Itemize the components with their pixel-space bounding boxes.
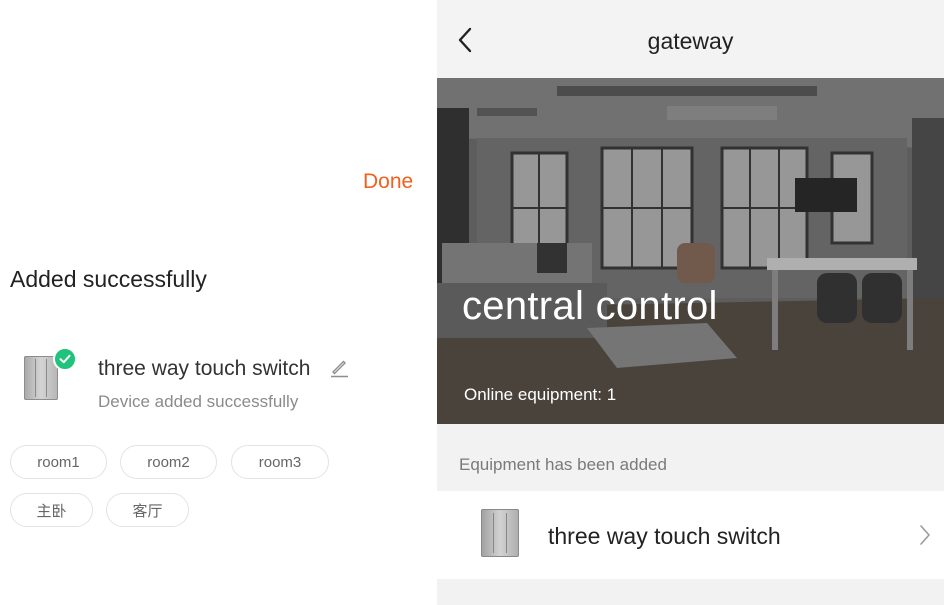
device-list-item-name: three way touch switch [548, 523, 781, 549]
room-chip-room1[interactable]: room1 [10, 445, 107, 479]
hero-title: central control [462, 284, 718, 328]
done-button[interactable]: Done [363, 170, 413, 194]
room-chip-room2[interactable]: room2 [120, 445, 217, 479]
pencil-icon[interactable] [328, 356, 350, 378]
online-equipment-count: Online equipment: 1 [464, 385, 617, 404]
device-icon-group [22, 347, 78, 402]
navigation-bar: gateway [437, 0, 944, 78]
added-successfully-heading: Added successfully [10, 266, 207, 292]
gateway-hero-banner: central control Online equipment: 1 [437, 78, 944, 424]
device-status: Device added successfully [98, 392, 299, 411]
device-list-item[interactable]: three way touch switch [437, 491, 944, 579]
section-header: Equipment has been added [459, 455, 667, 474]
three-gang-switch-icon [481, 509, 519, 557]
device-added-panel: Done Added successfully three way touch … [0, 0, 437, 605]
device-name: three way touch switch [98, 357, 311, 380]
chevron-right-icon [919, 524, 931, 546]
room-chip-living-room[interactable]: 客厅 [106, 493, 189, 527]
check-icon [53, 347, 77, 371]
room-chip-room3[interactable]: room3 [231, 445, 329, 479]
gateway-panel: gateway central control Online equipment… [437, 0, 944, 605]
room-chip-master-bedroom[interactable]: 主卧 [10, 493, 93, 527]
page-title: gateway [647, 28, 734, 54]
room-background-image [437, 78, 944, 424]
